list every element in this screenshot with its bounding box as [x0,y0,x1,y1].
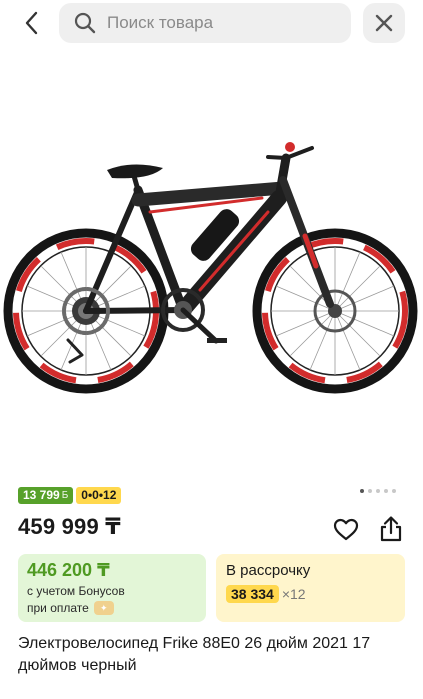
installment-amount: 38 334 [226,585,279,603]
chevron-left-icon [25,11,38,35]
close-button[interactable] [363,3,405,43]
heart-icon [333,518,359,541]
bonus-price-card[interactable]: 446 200 ₸ с учетом Бонусов при оплате ✦ [18,554,206,622]
installment-badge: 0•0•12 [76,487,122,504]
gallery-dot[interactable] [392,489,396,493]
bonus-badge: 13 799 Б [18,487,74,504]
back-button[interactable] [14,6,50,40]
search-input[interactable] [107,13,337,33]
electric-bicycle-photo [3,142,418,394]
bonus-price: 446 200 ₸ [27,560,110,580]
gallery-pagination [360,489,396,493]
bonus-note-line2-wrap: при оплате ✦ [27,601,114,615]
bonus-badge-value: 13 799 [23,488,60,502]
bonus-coin-icon: ✦ [93,601,114,615]
installment-months: ×12 [281,586,306,602]
gallery-dot[interactable] [368,489,372,493]
share-button[interactable] [376,513,406,545]
product-title: Электровелосипед Frike 88E0 26 дюйм 2021… [18,635,371,674]
favorite-button[interactable] [331,515,361,545]
close-icon [375,14,393,32]
gallery-dot[interactable] [384,489,388,493]
gallery-dot[interactable] [376,489,380,493]
product-price: 459 999 ₸ [18,514,121,539]
installment-title: В рассрочку [226,562,311,579]
front-wheel [252,228,418,394]
installment-row: 38 334 ×12 [226,585,306,603]
search-bar[interactable] [59,3,351,43]
bonus-note-line2: при оплате [27,601,89,615]
top-bar [0,0,423,46]
installment-card[interactable]: В рассрочку 38 334 ×12 [216,554,405,622]
promo-badges: 13 799 Б 0•0•12 [18,487,122,504]
product-image[interactable] [0,60,423,480]
bonus-badge-suffix: Б [61,490,69,501]
share-icon [380,516,402,542]
bonus-note-line1: с учетом Бонусов [27,584,125,598]
gallery-dot[interactable] [360,489,364,493]
search-icon [73,11,97,35]
